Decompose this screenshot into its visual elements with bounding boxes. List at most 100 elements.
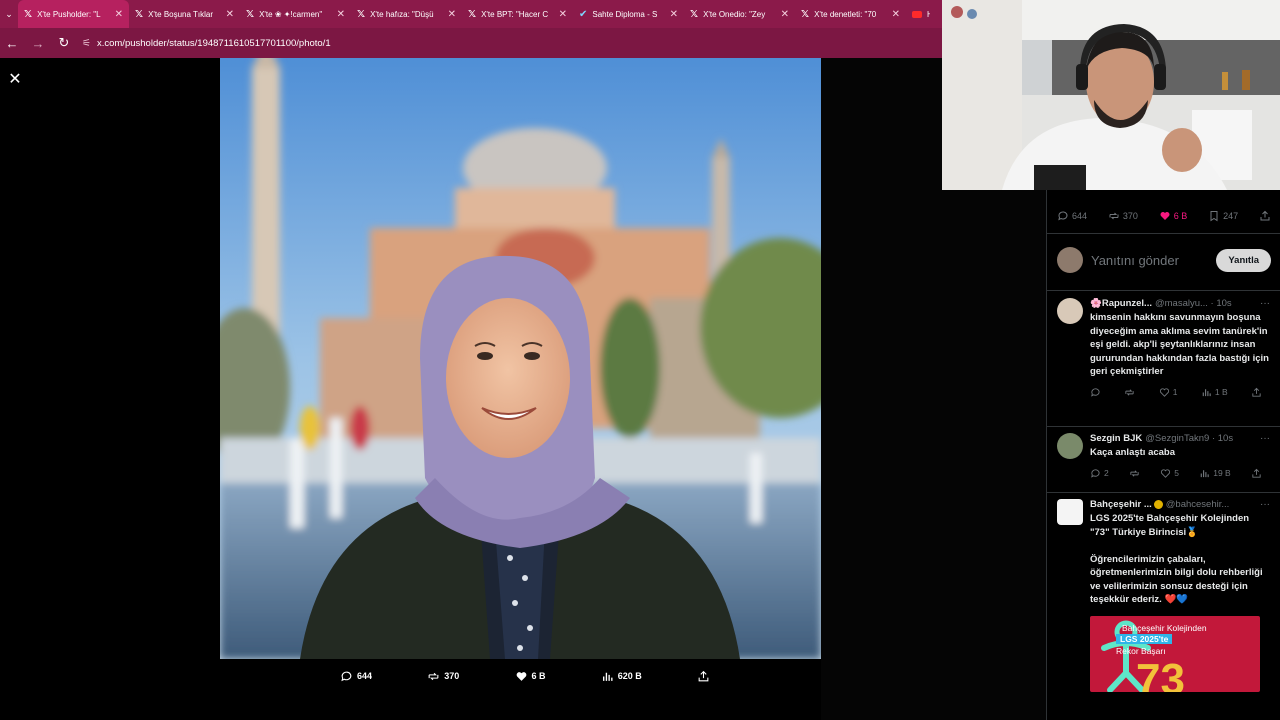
heart-icon [516,671,526,681]
reply-icon [1091,387,1100,397]
browser-tab[interactable]: 𝕏 X'te denetleti: "70 ✕ [795,0,906,28]
ad-subheadline: LGS 2025'te [1116,634,1173,644]
tweet-photo[interactable] [220,58,821,659]
x-icon: 𝕏 [690,8,699,20]
tweet-actions: 2 5 19 B [1090,468,1262,479]
close-tab-icon[interactable]: ✕ [226,9,234,20]
like-count: 5 [1174,468,1179,478]
share-icon [1252,468,1261,478]
close-tab-icon[interactable]: ✕ [670,9,678,20]
like-count: 6 B [1173,211,1188,221]
like-button[interactable]: 6 B [515,670,546,683]
views-button[interactable]: 19 B [1199,468,1231,479]
repost-count: 370 [444,671,460,681]
views-button[interactable]: 620 B [601,670,642,683]
browser-tab[interactable]: Ha [906,0,936,28]
avatar [1057,298,1083,324]
diploma-icon: ✔ [579,8,588,20]
share-icon [1252,387,1261,397]
author-name[interactable]: Sezgin BJK [1090,433,1142,444]
close-tab-icon[interactable]: ✕ [781,9,789,20]
reply-button[interactable] [1090,387,1101,398]
tab-title: X'te Pusholder: "L [37,9,101,19]
url-field[interactable]: ⚟ x.com/pusholder/status/194871161051770… [82,38,331,49]
x-icon: 𝕏 [24,8,33,20]
share-button[interactable] [697,670,710,683]
tweet-actions: 1 1 B [1090,387,1262,398]
browser-tab[interactable]: ✔ Sahte Diploma - S ✕ [573,0,684,28]
more-icon[interactable]: ··· [1260,298,1270,309]
like-button[interactable]: 6 B [1159,210,1188,222]
browser-tab[interactable]: 𝕏 X'te hafıza: "Düşü ✕ [351,0,462,28]
reply-button[interactable]: 2 [1090,468,1109,479]
like-button[interactable]: 5 [1160,468,1179,479]
photo-action-bar: 644 370 6 B 620 B [340,668,710,684]
like-count: 1 [1172,387,1178,397]
repost-button[interactable] [1129,468,1140,479]
tab-title: X'te Boşuna Tıklar [148,9,214,19]
reply-input[interactable]: Yanıtını gönder [1091,253,1216,268]
reply-button[interactable]: 644 [1057,210,1087,222]
tab-title: Ha [927,9,930,19]
avatar [1057,433,1083,459]
tweet-text: kimsenin hakkını savunmayın boşuna diyec… [1090,312,1269,377]
like-button[interactable]: 1 [1159,387,1178,398]
share-button[interactable] [1251,468,1262,479]
browser-tab[interactable]: 𝕏 X'te Onedio: "Zey ✕ [684,0,795,28]
site-settings-icon[interactable]: ⚟ [82,38,91,49]
reload-icon[interactable]: ↻ [56,35,72,51]
heart-filled-icon [1160,212,1170,220]
tab-title: X'te ❀ ✦!carmen" [259,9,323,19]
repost-icon [1109,212,1119,220]
back-arrow-icon[interactable]: ← [4,36,20,51]
bookmark-button[interactable]: 247 [1208,210,1238,222]
reply-submit-button[interactable]: Yanıtla [1216,248,1271,272]
browser-tab[interactable]: 𝕏 X'te BPT: "Hacer C ✕ [462,0,573,28]
repost-icon [1130,469,1139,477]
close-tab-icon[interactable]: ✕ [337,9,345,20]
browser-tab[interactable]: 𝕏 X'te Boşuna Tıklar ✕ [129,0,240,28]
tab-title: X'te BPT: "Hacer C [481,9,549,19]
repost-button[interactable]: 370 [1108,210,1138,222]
browser-address-bar: ← → ↻ ⚟ x.com/pusholder/status/194871161… [0,28,942,58]
heart-icon [1161,468,1171,478]
browser-tab[interactable]: 𝕏 X'te Pusholder: "L ✕ [18,0,129,28]
like-count: 6 B [531,671,546,681]
avatar [1057,247,1083,273]
author-handle[interactable]: @bahcesehir... [1166,499,1256,510]
youtube-icon [912,10,922,18]
x-icon: 𝕏 [801,8,810,20]
divider [1047,290,1280,291]
author-handle[interactable]: @SezginTakn9 · 10s [1145,433,1256,444]
more-icon[interactable]: ··· [1260,433,1270,444]
author-name[interactable]: 🌸Rapunzel... [1090,298,1152,309]
more-icon[interactable]: ··· [1260,499,1270,510]
browser-tab[interactable]: 𝕏 X'te ❀ ✦!carmen" ✕ [240,0,351,28]
repost-button[interactable] [1124,387,1135,398]
share-button[interactable] [1259,210,1271,222]
views-button[interactable]: 1 B [1201,387,1228,398]
photo-viewer: ✕ 644 370 6 B 620 B [0,58,1046,720]
promoted-image-card[interactable]: Bahçeşehir Kolejinden LGS 2025'te Rekor … [1090,616,1260,692]
reply-count: 2 [1104,468,1109,478]
author-name[interactable]: Bahçeşehir ... [1090,499,1152,510]
close-icon[interactable]: ✕ [8,69,22,89]
views-chart-icon [1202,388,1211,396]
author-handle[interactable]: @masalyu... · 10s [1155,298,1256,309]
views-count: 620 B [617,671,642,681]
url-text: x.com/pusholder/status/19487116105177011… [96,37,331,49]
tab-title: X'te hafıza: "Düşü [370,9,434,19]
share-button[interactable] [1251,387,1262,398]
close-tab-icon[interactable]: ✕ [448,9,456,20]
reply-count: 644 [1072,211,1088,221]
repost-count: 370 [1122,211,1138,221]
tab-search-menu-icon[interactable]: ⌄ [0,0,18,28]
close-tab-icon[interactable]: ✕ [892,9,900,20]
close-tab-icon[interactable]: ✕ [559,9,567,20]
close-tab-icon[interactable]: ✕ [115,9,123,20]
reply-button[interactable]: 644 [340,670,372,683]
tweet-text: LGS 2025'te Bahçeşehir Kolejinden "73" T… [1090,513,1263,605]
ad-number: 73 [1136,655,1185,693]
forward-arrow-icon[interactable]: → [30,36,46,51]
repost-button[interactable]: 370 [427,670,459,683]
